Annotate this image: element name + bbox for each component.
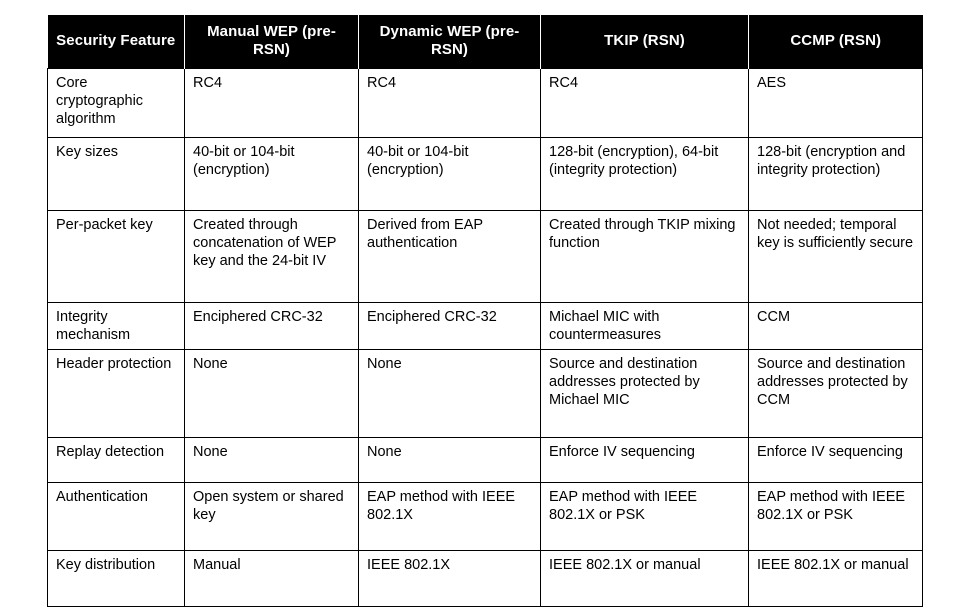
cell-ccmp: 128-bit (encryption and integrity protec… — [748, 137, 923, 211]
cell-manual-wep: Manual — [184, 550, 359, 607]
cell-tkip: IEEE 802.1X or manual — [540, 550, 749, 607]
table-row: Key sizes 40-bit or 104-bit (encryption)… — [47, 137, 923, 211]
cell-feature: Header protection — [47, 349, 185, 438]
column-header-tkip: TKIP (RSN) — [540, 15, 749, 69]
cell-ccmp: Not needed; temporal key is sufficiently… — [748, 210, 923, 303]
cell-ccmp: Source and destination addresses protect… — [748, 349, 923, 438]
table-row: Per-packet key Created through concatena… — [47, 210, 923, 303]
cell-dynamic-wep: None — [358, 349, 541, 438]
cell-dynamic-wep: 40-bit or 104-bit (encryption) — [358, 137, 541, 211]
cell-feature: Authentication — [47, 482, 185, 551]
table-row: Integrity mechanism Enciphered CRC-32 En… — [47, 302, 923, 350]
column-header-ccmp: CCMP (RSN) — [748, 15, 923, 69]
table-row: Core cryptographic algorithm RC4 RC4 RC4… — [47, 68, 923, 138]
cell-tkip: Michael MIC with countermeasures — [540, 302, 749, 350]
table-header: Security Feature Manual WEP (pre-RSN) Dy… — [47, 15, 923, 69]
cell-dynamic-wep: RC4 — [358, 68, 541, 138]
cell-tkip: RC4 — [540, 68, 749, 138]
cell-manual-wep: Open system or shared key — [184, 482, 359, 551]
page-root: Security Feature Manual WEP (pre-RSN) Dy… — [0, 0, 966, 607]
cell-ccmp: IEEE 802.1X or manual — [748, 550, 923, 607]
cell-manual-wep: RC4 — [184, 68, 359, 138]
table-row: Replay detection None None Enforce IV se… — [47, 437, 923, 483]
cell-ccmp: EAP method with IEEE 802.1X or PSK — [748, 482, 923, 551]
cell-tkip: EAP method with IEEE 802.1X or PSK — [540, 482, 749, 551]
cell-dynamic-wep: None — [358, 437, 541, 483]
cell-dynamic-wep: EAP method with IEEE 802.1X — [358, 482, 541, 551]
cell-tkip: Source and destination addresses protect… — [540, 349, 749, 438]
cell-feature: Replay detection — [47, 437, 185, 483]
table-row: Key distribution Manual IEEE 802.1X IEEE… — [47, 550, 923, 607]
cell-tkip: 128-bit (encryption), 64-bit (integrity … — [540, 137, 749, 211]
cell-feature: Per-packet key — [47, 210, 185, 303]
column-header-manual-wep: Manual WEP (pre-RSN) — [184, 15, 359, 69]
cell-tkip: Enforce IV sequencing — [540, 437, 749, 483]
cell-feature: Core cryptographic algorithm — [47, 68, 185, 138]
cell-dynamic-wep: IEEE 802.1X — [358, 550, 541, 607]
cell-manual-wep: None — [184, 437, 359, 483]
table-row: Header protection None None Source and d… — [47, 349, 923, 438]
cell-manual-wep: Enciphered CRC-32 — [184, 302, 359, 350]
cell-manual-wep: 40-bit or 104-bit (encryption) — [184, 137, 359, 211]
cell-manual-wep: None — [184, 349, 359, 438]
table-body: Core cryptographic algorithm RC4 RC4 RC4… — [47, 68, 923, 607]
cell-ccmp: AES — [748, 68, 923, 138]
column-header-dynamic-wep: Dynamic WEP (pre-RSN) — [358, 15, 541, 69]
cell-feature: Key sizes — [47, 137, 185, 211]
table-header-row: Security Feature Manual WEP (pre-RSN) Dy… — [47, 15, 923, 69]
cell-dynamic-wep: Derived from EAP authentication — [358, 210, 541, 303]
cell-dynamic-wep: Enciphered CRC-32 — [358, 302, 541, 350]
cell-feature: Key distribution — [47, 550, 185, 607]
cell-manual-wep: Created through concatenation of WEP key… — [184, 210, 359, 303]
cell-feature: Integrity mechanism — [47, 302, 185, 350]
table-row: Authentication Open system or shared key… — [47, 482, 923, 551]
cell-ccmp: CCM — [748, 302, 923, 350]
cell-ccmp: Enforce IV sequencing — [748, 437, 923, 483]
cell-tkip: Created through TKIP mixing function — [540, 210, 749, 303]
column-header-security-feature: Security Feature — [47, 15, 185, 69]
wireless-security-comparison-table: Security Feature Manual WEP (pre-RSN) Dy… — [47, 15, 923, 607]
